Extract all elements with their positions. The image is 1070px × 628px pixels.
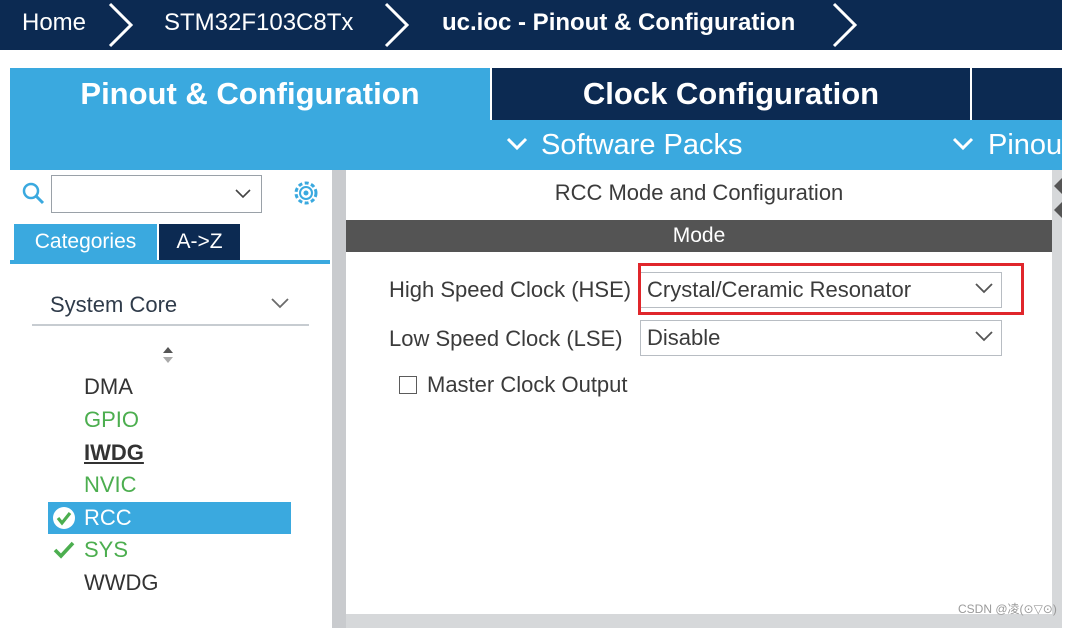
lse-label: Low Speed Clock (LSE): [389, 326, 623, 351]
tab-pinout-configuration[interactable]: Pinout & Configuration: [10, 68, 490, 120]
main-tabs: Pinout & Configuration Clock Configurati…: [10, 68, 1062, 120]
list-item-rcc[interactable]: RCC: [84, 504, 132, 532]
rcc-configuration-panel: RCC Mode and Configuration Mode High Spe…: [346, 170, 1052, 614]
chevron-down-icon[interactable]: [271, 297, 289, 309]
sub-toolbar: Software Packs Pinou: [10, 120, 1062, 170]
checkmark-icon: [53, 541, 75, 559]
tab-a-to-z[interactable]: A->Z: [159, 224, 240, 260]
category-title[interactable]: System Core: [50, 292, 177, 318]
chevron-down-icon: [975, 331, 993, 342]
panel-title: RCC Mode and Configuration: [554, 180, 844, 205]
list-item-dma[interactable]: DMA: [84, 373, 133, 401]
list-item-wwdg[interactable]: WWDG: [84, 569, 159, 597]
tab-categories[interactable]: Categories: [14, 224, 157, 260]
panel-splitter[interactable]: [332, 170, 346, 628]
check-circle-icon: [53, 507, 75, 529]
breadcrumb-separator-icon: [384, 2, 410, 48]
gear-icon[interactable]: [291, 178, 321, 208]
mode-section-header: Mode: [346, 220, 1052, 252]
chevron-down-icon: [506, 137, 528, 151]
search-icon: [22, 182, 45, 205]
breadcrumb-separator-icon: [832, 2, 858, 48]
sort-icon[interactable]: [161, 346, 175, 364]
chevron-down-icon: [952, 137, 974, 151]
pinout-menu[interactable]: Pinou: [988, 120, 1062, 170]
watermark: CSDN @凌(⊙▽⊙): [958, 602, 1057, 616]
bottom-edge: [346, 614, 1052, 628]
breadcrumb-device[interactable]: STM32F103C8Tx: [164, 0, 353, 50]
lse-select-value: Disable: [647, 325, 721, 350]
master-clock-output-checkbox[interactable]: [399, 376, 417, 394]
tab-next[interactable]: [970, 68, 1062, 120]
tab-underline: [10, 260, 330, 264]
list-item-nvic[interactable]: NVIC: [84, 471, 137, 499]
breadcrumb-project[interactable]: uc.ioc - Pinout & Configuration: [442, 0, 795, 50]
list-item-sys[interactable]: SYS: [84, 536, 128, 564]
breadcrumb-separator-icon: [108, 2, 134, 48]
hse-label: High Speed Clock (HSE): [389, 277, 632, 302]
sidebar: Categories A->Z System Core DMA GPIO IWD…: [10, 170, 332, 628]
software-packs-menu[interactable]: Software Packs: [541, 120, 742, 170]
highlight-box: [638, 263, 1024, 315]
search-input[interactable]: [51, 175, 262, 213]
lse-select[interactable]: Disable: [640, 320, 1002, 356]
chevron-down-icon: [235, 189, 251, 199]
tab-clock-configuration[interactable]: Clock Configuration: [490, 68, 970, 120]
right-scroll-edge: [1052, 170, 1062, 628]
divider: [32, 324, 309, 326]
breadcrumb: Home STM32F103C8Tx uc.ioc - Pinout & Con…: [0, 0, 1062, 50]
list-item-gpio[interactable]: GPIO: [84, 406, 139, 434]
breadcrumb-home[interactable]: Home: [22, 0, 86, 50]
list-item-iwdg[interactable]: IWDG: [84, 439, 144, 467]
collapse-arrow-icon[interactable]: [1052, 176, 1062, 220]
master-clock-output-label: Master Clock Output: [427, 372, 628, 397]
